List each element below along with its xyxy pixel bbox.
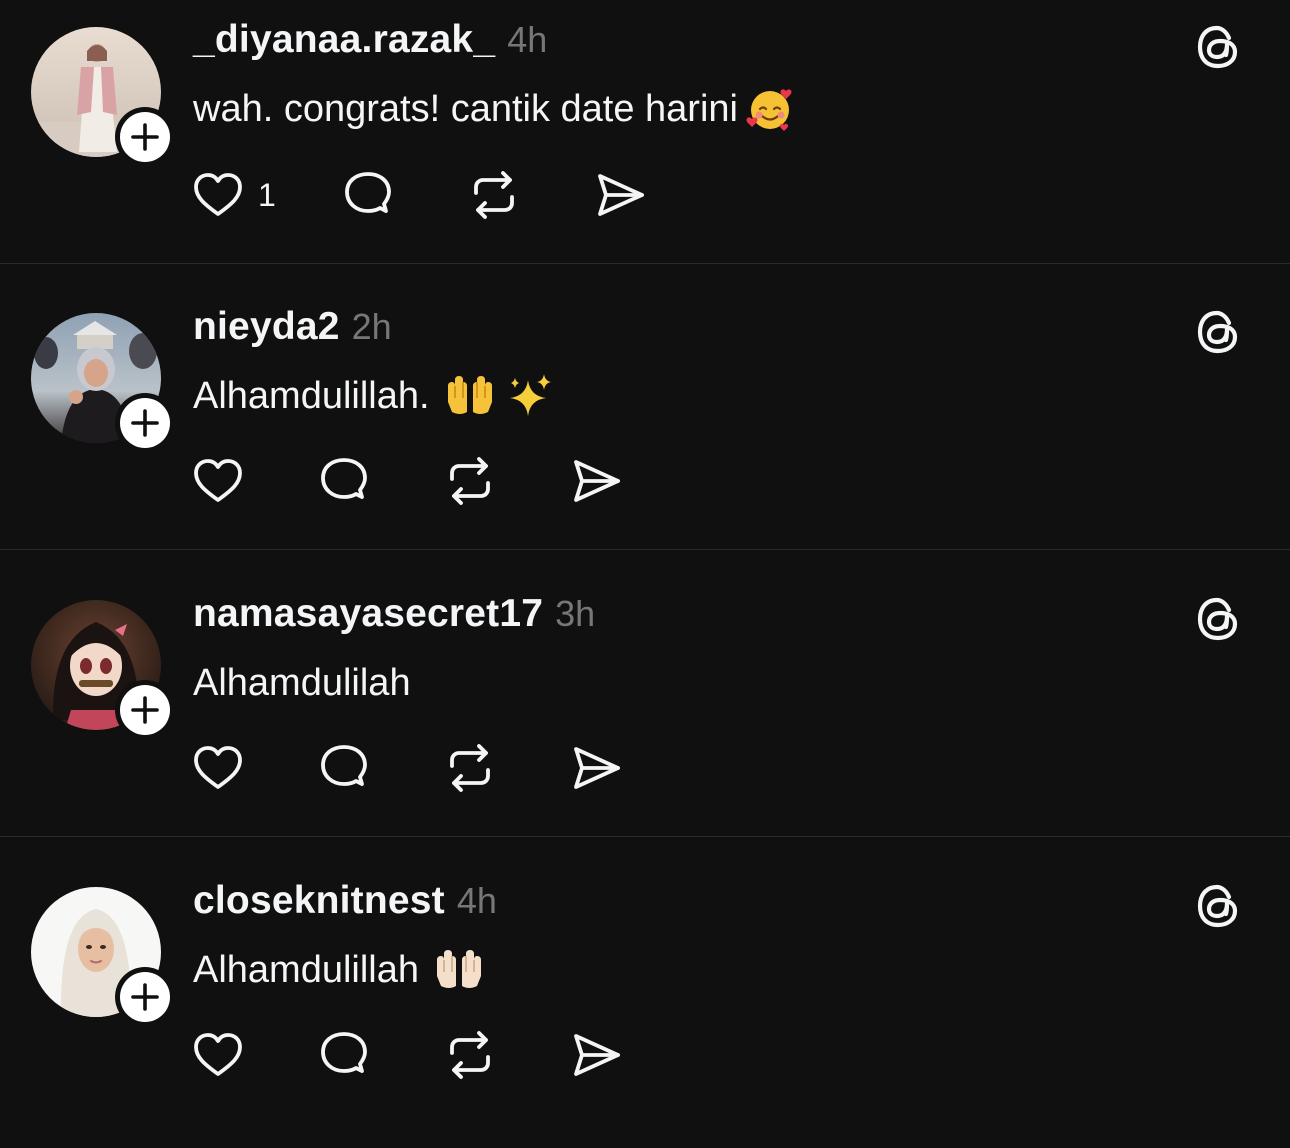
threads-logo-icon[interactable] bbox=[1193, 307, 1243, 357]
reply-button[interactable] bbox=[316, 453, 372, 509]
comment-feed: _diyanaa.razak_ 4h wah. congrats! cantik… bbox=[0, 0, 1290, 1103]
share-button[interactable] bbox=[568, 453, 624, 509]
follow-button[interactable] bbox=[115, 393, 175, 453]
reply-button[interactable] bbox=[316, 1027, 372, 1083]
action-bar bbox=[190, 738, 624, 798]
repost-icon bbox=[450, 1031, 490, 1079]
timestamp: 4h bbox=[456, 880, 497, 921]
comment-item: namasayasecret17 3h Alhamdulilah bbox=[0, 574, 1290, 861]
avatar[interactable] bbox=[31, 27, 175, 167]
avatar[interactable] bbox=[31, 313, 175, 453]
repost-icon bbox=[450, 744, 490, 792]
comment-item: closeknitnest 4h Alhamdulillah bbox=[0, 861, 1290, 1148]
like-button[interactable] bbox=[190, 453, 246, 509]
timestamp: 4h bbox=[507, 19, 548, 60]
share-button[interactable] bbox=[568, 1027, 624, 1083]
repost-button[interactable] bbox=[442, 1027, 498, 1083]
comment-text: Alhamdulillah bbox=[193, 948, 420, 991]
comment-text: Alhamdulillah. bbox=[193, 374, 430, 417]
send-icon bbox=[597, 174, 644, 216]
palms-up-together-icon bbox=[437, 950, 482, 988]
comment-header: closeknitnest 4h bbox=[193, 879, 497, 929]
heart-icon bbox=[194, 746, 242, 789]
comment-icon bbox=[344, 172, 391, 213]
smiling-face-with-hearts-icon bbox=[746, 89, 792, 131]
reply-button[interactable] bbox=[316, 740, 372, 796]
threads-logo-icon[interactable] bbox=[1193, 881, 1243, 931]
action-bar: 1 bbox=[190, 165, 648, 225]
avatar[interactable] bbox=[31, 600, 175, 740]
divider bbox=[0, 549, 1290, 550]
send-icon bbox=[574, 747, 620, 789]
plus-icon bbox=[120, 398, 170, 448]
heart-icon bbox=[194, 1033, 242, 1076]
sparkles-icon bbox=[509, 374, 551, 416]
threads-logo-icon[interactable] bbox=[1193, 594, 1243, 644]
plus-icon bbox=[120, 112, 170, 162]
divider bbox=[0, 836, 1290, 837]
comment-item: nieyda2 2h Alhamdulillah. bbox=[0, 287, 1290, 574]
raised-hands-icon bbox=[447, 376, 492, 414]
heart-icon bbox=[194, 459, 242, 502]
repost-button[interactable] bbox=[442, 740, 498, 796]
comment-icon bbox=[321, 745, 367, 786]
like-button[interactable] bbox=[190, 1027, 246, 1083]
heart-icon bbox=[194, 173, 242, 216]
send-icon bbox=[574, 1034, 620, 1076]
timestamp: 3h bbox=[555, 593, 596, 634]
threads-logo-icon[interactable] bbox=[1193, 22, 1243, 72]
action-bar bbox=[190, 1025, 624, 1085]
share-button[interactable] bbox=[592, 167, 648, 223]
comment-text: wah. congrats! cantik date harini bbox=[193, 87, 738, 130]
repost-icon bbox=[450, 457, 490, 505]
comment-item: _diyanaa.razak_ 4h wah. congrats! cantik… bbox=[0, 0, 1290, 287]
timestamp: 2h bbox=[351, 306, 392, 347]
repost-button[interactable] bbox=[442, 453, 498, 509]
comment-header: nieyda2 2h bbox=[193, 305, 392, 355]
comment-header: namasayasecret17 3h bbox=[193, 592, 595, 642]
send-icon bbox=[574, 460, 620, 502]
like-button[interactable] bbox=[190, 740, 246, 796]
comment-text: Alhamdulilah bbox=[193, 661, 411, 704]
avatar[interactable] bbox=[31, 887, 175, 1027]
follow-button[interactable] bbox=[115, 967, 175, 1027]
comment-text-row: Alhamdulillah. bbox=[193, 371, 554, 421]
comment-icon bbox=[321, 458, 367, 499]
username-link[interactable]: nieyda2 bbox=[193, 305, 340, 349]
share-button[interactable] bbox=[568, 740, 624, 796]
plus-icon bbox=[120, 685, 170, 735]
comment-text-row: wah. congrats! cantik date harini bbox=[193, 84, 794, 134]
comment-icon bbox=[321, 1032, 367, 1073]
like-button[interactable]: 1 bbox=[190, 167, 276, 223]
like-count: 1 bbox=[258, 176, 276, 213]
repost-button[interactable] bbox=[466, 167, 522, 223]
follow-button[interactable] bbox=[115, 680, 175, 740]
comment-header: _diyanaa.razak_ 4h bbox=[193, 18, 547, 68]
comment-text-row: Alhamdulilah bbox=[193, 658, 411, 708]
comment-text-row: Alhamdulillah bbox=[193, 945, 485, 995]
reply-button[interactable] bbox=[340, 167, 396, 223]
plus-icon bbox=[120, 972, 170, 1022]
username-link[interactable]: _diyanaa.razak_ bbox=[193, 18, 495, 62]
repost-icon bbox=[473, 171, 514, 219]
username-link[interactable]: closeknitnest bbox=[193, 879, 445, 923]
action-bar bbox=[190, 451, 624, 511]
divider bbox=[0, 263, 1290, 264]
follow-button[interactable] bbox=[115, 107, 175, 167]
username-link[interactable]: namasayasecret17 bbox=[193, 592, 543, 636]
